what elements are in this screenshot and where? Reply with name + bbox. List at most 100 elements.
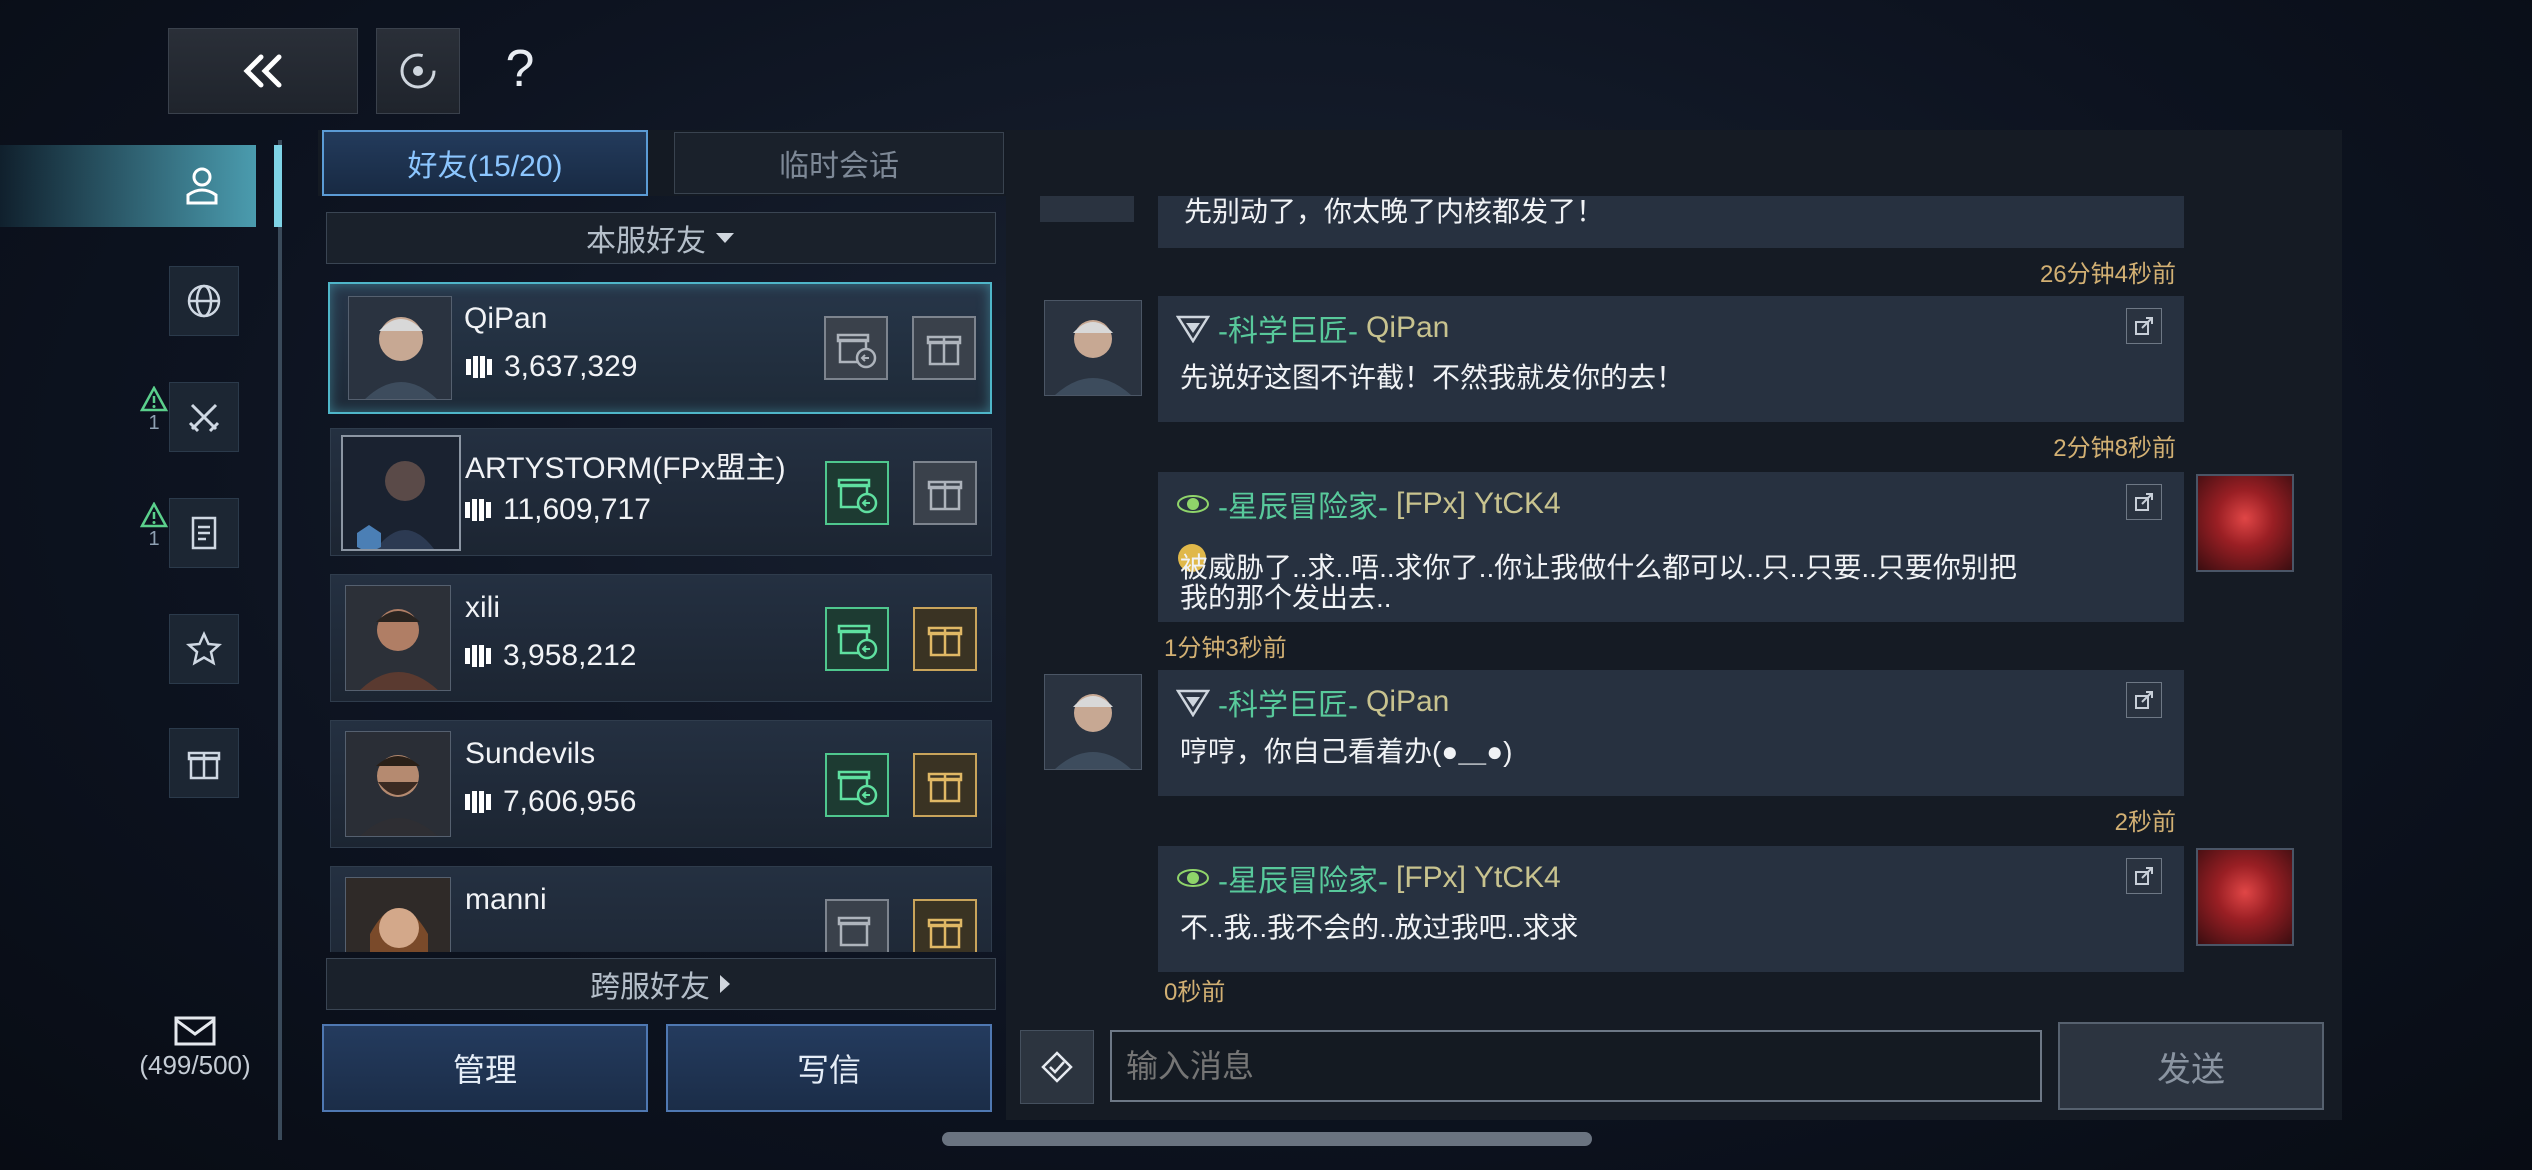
avatar	[341, 435, 461, 551]
chat-message: -科学巨匠- QiPan 哼哼，你自己看着办(●＿●)	[1158, 670, 2184, 796]
sidebar-item-report[interactable]	[169, 498, 239, 568]
gift-receive-icon	[837, 916, 871, 947]
crossed-swords-icon	[188, 403, 220, 433]
message-text: 先说好这图不许截！不然我就发你的去！	[1180, 362, 1685, 393]
gift-receive-icon	[837, 478, 878, 514]
message-text: 被威胁了..求..唔..求你了..你让我做什么都可以..只..只要..只要你别把	[1180, 552, 2017, 583]
chat-scroll[interactable]: 先别动了，你太晚了内核都发了！ 26分钟4秒前 -科学巨匠- QiPan 先说好…	[1006, 196, 2342, 1006]
send-gift-button[interactable]	[913, 899, 977, 952]
power-value: 3,637,329	[504, 350, 638, 383]
report-button[interactable]	[2126, 308, 2162, 344]
tab-friends[interactable]: 好友(15/20)	[322, 130, 648, 196]
sidebar-item-world[interactable]	[169, 266, 239, 336]
friend-card[interactable]: manni	[330, 866, 992, 952]
friend-card[interactable]: ARTYSTORM(FPx盟主) 11,609,717	[330, 428, 992, 556]
message-time: 0秒前	[1164, 979, 1226, 1006]
friend-name: QiPan	[464, 302, 548, 335]
gift-icon	[927, 918, 963, 949]
avatar	[1044, 674, 1142, 770]
receive-gift-button[interactable]	[825, 461, 889, 525]
power-value: 11,609,717	[503, 493, 651, 526]
manage-button[interactable]: 管理	[322, 1024, 648, 1112]
sidebar-item-friends[interactable]	[0, 145, 256, 227]
sidebar-item-favorites[interactable]	[169, 614, 239, 684]
avatar	[1040, 196, 1134, 222]
message-time: 2秒前	[2114, 809, 2176, 836]
avatar	[2196, 474, 2294, 572]
refresh-button[interactable]	[376, 28, 460, 114]
sender-row: -科学巨匠- QiPan	[1176, 306, 1449, 350]
sidebar-item-gifts[interactable]	[169, 728, 239, 798]
report-button[interactable]	[2126, 858, 2162, 894]
star-icon	[185, 630, 223, 666]
sender-title: -星辰冒险家-	[1218, 491, 1388, 524]
friend-card[interactable]: Sundevils 7,606,956	[330, 720, 992, 848]
avatar	[345, 877, 451, 952]
sender-title: -科学巨匠-	[1218, 315, 1358, 348]
receive-gift-button[interactable]	[825, 753, 889, 817]
power-icon	[465, 645, 491, 667]
message-time: 2分钟8秒前	[2053, 435, 2176, 462]
friend-card[interactable]: QiPan 3,637,329	[328, 282, 992, 414]
sender-name: QiPan	[1365, 685, 1450, 718]
help-button[interactable]: ?	[490, 34, 550, 104]
receive-gift-button[interactable]	[825, 607, 889, 671]
sender-row: -星辰冒险家- [FPx] YtCK4	[1176, 482, 1561, 526]
sidebar-item-battle[interactable]	[169, 382, 239, 452]
friend-card[interactable]: xili 3,958,212	[330, 574, 992, 702]
rail-divider	[278, 140, 282, 1140]
sender-name: YtCK4	[1474, 861, 1561, 894]
receive-gift-button[interactable]	[825, 899, 889, 952]
rank-star-adventurer-icon	[1177, 869, 1209, 887]
send-button[interactable]: 发送	[2058, 1022, 2324, 1110]
emoji-button[interactable]	[1020, 1030, 1094, 1104]
battle-warning-badge: 1	[136, 386, 172, 435]
send-gift-button[interactable]	[913, 607, 977, 671]
power-value: 7,606,956	[503, 785, 637, 818]
message-time: 1分钟3秒前	[1164, 635, 1287, 662]
section-local-friends[interactable]: 本服好友	[326, 212, 996, 264]
friend-list-clip: manni	[330, 866, 992, 952]
friend-power: 3,637,329	[464, 350, 637, 384]
power-icon	[465, 791, 491, 813]
target-icon	[400, 53, 436, 89]
mailbox[interactable]: (499/500)	[130, 1016, 260, 1086]
caret-right-icon	[720, 975, 730, 993]
message-text: 不..我..我不会的..放过我吧..求求	[1180, 912, 1579, 943]
send-gift-button[interactable]	[912, 316, 976, 380]
badge-count: 1	[148, 412, 160, 434]
report-icon	[2135, 493, 2153, 511]
doc-warning-badge: 1	[136, 502, 172, 551]
document-icon	[191, 516, 217, 550]
section-cross-server-friends[interactable]: 跨服好友	[326, 958, 996, 1010]
chat-message: 先别动了，你太晚了内核都发了！	[1158, 196, 2184, 248]
message-text: 我的那个发出去..	[1180, 582, 1392, 613]
sender-title: -星辰冒险家-	[1218, 865, 1388, 898]
friend-name: ARTYSTORM(FPx盟主)	[465, 452, 786, 485]
gift-receive-icon	[837, 770, 878, 806]
home-indicator[interactable]	[942, 1132, 1592, 1146]
tab-temp-chat[interactable]: 临时会话	[674, 132, 1004, 194]
friend-name: xili	[465, 591, 500, 624]
badge-count: 1	[148, 528, 160, 550]
report-button[interactable]	[2126, 682, 2162, 718]
avatar	[348, 296, 452, 400]
sender-row: -星辰冒险家- [FPx] YtCK4	[1176, 856, 1561, 900]
power-value: 3,958,212	[503, 639, 637, 672]
avatar	[345, 585, 451, 691]
gift-icon	[927, 626, 963, 657]
message-time: 26分钟4秒前	[2039, 261, 2176, 288]
chat-message: -科学巨匠- QiPan 先说好这图不许截！不然我就发你的去！	[1158, 296, 2184, 422]
write-mail-button[interactable]: 写信	[666, 1024, 992, 1112]
message-input[interactable]	[1110, 1030, 2042, 1102]
chat-message: -星辰冒险家- [FPx] YtCK4 被威胁了..求..唔..求你了..你让我…	[1158, 472, 2184, 622]
receive-gift-button[interactable]	[824, 316, 888, 380]
avatar	[345, 731, 451, 837]
mail-icon	[174, 1016, 216, 1046]
send-gift-button[interactable]	[913, 461, 977, 525]
mail-count: (499/500)	[139, 1050, 251, 1080]
gift-icon	[187, 751, 221, 780]
send-gift-button[interactable]	[913, 753, 977, 817]
report-button[interactable]	[2126, 484, 2162, 520]
back-button[interactable]	[168, 28, 358, 114]
